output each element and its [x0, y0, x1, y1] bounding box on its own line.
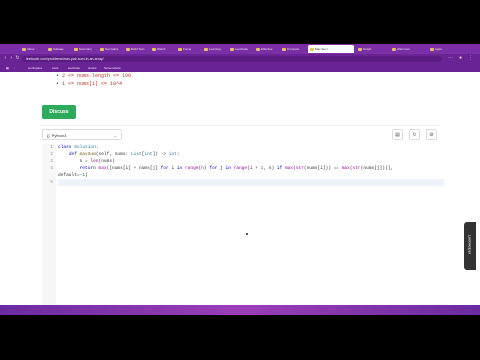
file-icon[interactable]: ▤	[392, 129, 403, 140]
browser-tab[interactable]: Focus	[176, 45, 202, 53]
line-number	[42, 172, 56, 179]
forward-icon[interactable]: ›	[9, 56, 14, 61]
constraint-item: • 2 <= nums.length <= 100	[56, 73, 132, 79]
code-line-current	[58, 179, 444, 186]
bookmark-apps-icon[interactable]: ▦	[6, 65, 9, 71]
browser-tab[interactable]: Summary	[72, 45, 98, 53]
browser-tab[interactable]: Apps	[428, 45, 468, 53]
constraint-item: • 1 <= nums[i] <= 10^4	[56, 81, 123, 87]
browser-window: Inbox Subway Summary Net Gains Build Sol…	[0, 44, 480, 315]
language-label: Python3	[51, 133, 67, 138]
browser-tab[interactable]: Graph	[356, 45, 388, 53]
reload-icon[interactable]: ↻	[15, 56, 20, 61]
code-line: default=-1)	[58, 173, 88, 178]
desktop-dock	[0, 305, 480, 315]
bookmark-item[interactable]: tools	[52, 65, 58, 71]
browser-tab[interactable]: Effective	[254, 45, 280, 53]
menu-icon[interactable]: ⋮	[468, 56, 473, 61]
code-line: n = len(nums)	[58, 159, 115, 164]
code-line: return max([nums[i] + nums[j] for i in r…	[79, 166, 394, 171]
leethelper-side-tab[interactable]: LeetHelper	[464, 222, 476, 270]
line-number: 3	[50, 159, 53, 164]
bookmark-shortcut[interactable]: ◦	[14, 65, 24, 71]
browser-tab[interactable]: Afternoon	[390, 45, 426, 53]
browser-tab[interactable]: Inbox	[20, 45, 46, 53]
window-controls	[3, 47, 15, 60]
line-number: 4	[50, 166, 53, 171]
line-number: 5	[50, 180, 53, 185]
settings-icon[interactable]: ⚙	[426, 129, 437, 140]
code-line: def maxSum(self, nums: List[int]) -> int…	[68, 152, 180, 157]
browser-tab[interactable]: LeetCode	[228, 45, 254, 53]
divider	[40, 125, 440, 126]
code-line: class Solution:	[58, 145, 99, 150]
browser-tab[interactable]: Compete	[280, 45, 306, 53]
bookmark-item[interactable]: stocks	[88, 65, 97, 71]
browser-tab[interactable]: Net Gains	[98, 45, 124, 53]
bookmark-item[interactable]: Screenshots	[104, 65, 121, 71]
bookmark-item[interactable]: workspace	[28, 65, 42, 71]
extensions-icon[interactable]: ⋯	[448, 56, 453, 61]
url-field[interactable]: leetcode.com/problems/max-pair-sum-in-an…	[22, 56, 442, 62]
browser-tab[interactable]: Watch	[150, 45, 176, 53]
line-gutter: 1 2 3 4 5	[42, 144, 56, 315]
reset-icon[interactable]: ↻	[409, 129, 420, 140]
browser-tab[interactable]: Subway	[46, 45, 72, 53]
discuss-button[interactable]: Discuss	[42, 105, 76, 119]
chevron-down-icon: ⌄	[113, 133, 117, 138]
back-icon[interactable]: ‹	[3, 56, 8, 61]
line-number: 2	[50, 152, 53, 157]
bookmarks-bar: ▦ ◦ workspace tools leetCode stocks Scre…	[0, 64, 480, 72]
address-bar-row: ‹ › ↻ leetcode.com/problems/max-pair-sum…	[0, 54, 480, 64]
browser-tab[interactable]: Build Solo	[124, 45, 150, 53]
browser-tab-active[interactable]: Max Sum	[308, 45, 354, 53]
page-content: • 2 <= nums.length <= 100 • 1 <= nums[i] <…	[0, 72, 480, 315]
language-select[interactable]: {} Python3 ⌄	[42, 129, 122, 140]
profile-icon[interactable]: ●	[458, 56, 463, 61]
browser-tab[interactable]: Learning	[202, 45, 228, 53]
constraints-list: • 2 <= nums.length <= 100 • 1 <= nums[i] <…	[56, 72, 131, 88]
bookmark-item[interactable]: leetCode	[68, 65, 80, 71]
tab-strip: Inbox Subway Summary Net Gains Build Sol…	[0, 44, 480, 60]
code-icon: {}	[47, 133, 50, 138]
code-editor: {} Python3 ⌄ ▤ ↻ ⚙ 1 2 3 4 5 class Soluti…	[42, 129, 444, 315]
mouse-cursor	[246, 233, 248, 235]
code-area[interactable]: class Solution: def maxSum(self, nums: L…	[58, 144, 444, 186]
line-number: 1	[50, 145, 53, 150]
